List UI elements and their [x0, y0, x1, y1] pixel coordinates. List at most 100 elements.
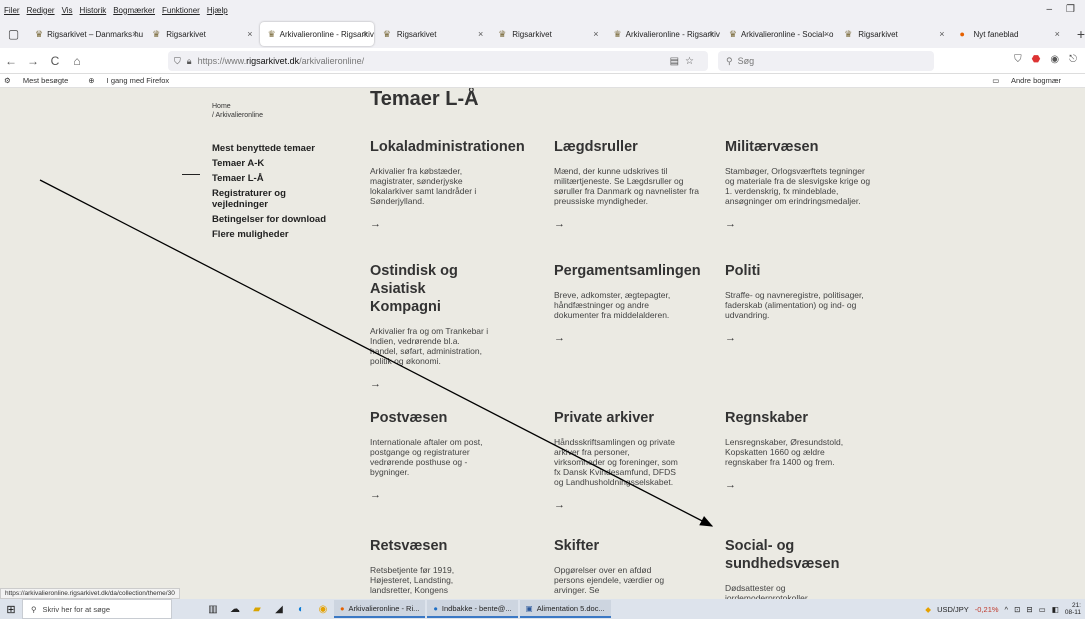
menu-history[interactable]: Historik [80, 6, 107, 15]
arrow-line [39, 179, 714, 527]
tab-active[interactable]: ♛ Arkivalieronline - Rigsarkiv × [259, 22, 374, 46]
shield-icon: ⛉ [174, 55, 181, 66]
crown-icon: ♛ [34, 29, 44, 39]
reader-view-icon[interactable]: ▤ [670, 56, 685, 67]
clock[interactable]: 21: 08-11 [1065, 602, 1081, 616]
taskbar-app[interactable]: ▣ Alimentation 5.doc... [519, 600, 611, 618]
currency-pair[interactable]: USD/JPY [937, 605, 969, 614]
annotation-arrow [39, 179, 714, 527]
app-icon[interactable]: ◢ [268, 604, 290, 615]
tray-icon[interactable]: ⊡ [1014, 605, 1020, 614]
tab-title: Arkivalieronline - Social- o [740, 29, 834, 39]
bookmark-most-visited[interactable]: ⚙ Mest besøgte [4, 76, 78, 85]
bookmarks-toolbar: ⚙ Mest besøgte ⊕ I gang med Firefox ▭ An… [0, 74, 1085, 88]
share-icon[interactable]: ⎋ [1069, 54, 1077, 65]
thunderbird-icon: ● [433, 603, 438, 613]
minimize-button[interactable]: – [1046, 4, 1052, 15]
bookmark-star-icon[interactable]: ☆ [685, 56, 700, 67]
tab[interactable]: ♛ Rigsarkivet × [490, 22, 604, 46]
tab-title: Rigsarkivet [166, 29, 206, 39]
windows-start-icon[interactable]: ⊞ [0, 603, 22, 616]
task-view-icon[interactable]: ▥ [202, 604, 224, 615]
new-tab-button[interactable]: + [1077, 26, 1085, 42]
adblock-icon[interactable]: ⬣ [1032, 54, 1041, 65]
close-icon[interactable]: × [824, 29, 829, 39]
menu-tools[interactable]: Funktioner [162, 6, 200, 15]
close-icon[interactable]: × [1055, 29, 1060, 39]
folder-icon: ▭ [992, 76, 1000, 85]
crown-icon: ♛ [728, 29, 737, 39]
taskbar-app[interactable]: ● Arkivalieronline - Ri... [334, 600, 426, 618]
taskbar-app[interactable]: ● Indbakke - bente@... [427, 600, 518, 618]
tray-icon[interactable]: ⊟ [1026, 605, 1032, 614]
menu-bookmarks[interactable]: Bogmærker [113, 6, 155, 15]
reload-button[interactable]: C [44, 54, 66, 68]
maximize-button[interactable]: ❐ [1066, 4, 1075, 15]
crown-icon: ♛ [382, 29, 391, 39]
search-icon: ⚲ [726, 55, 733, 66]
globe-icon: ⊕ [88, 76, 95, 85]
tab-title: Nyt faneblad [973, 29, 1019, 39]
crown-icon: ♛ [613, 29, 622, 39]
url-bar[interactable]: ⛉ 🔒︎ https://www. rigsarkivet.dk/arkivali… [168, 51, 708, 71]
other-bookmarks[interactable]: ▭ Andre bogmær [992, 76, 1071, 85]
app-icon[interactable]: ☁ [224, 604, 246, 615]
taskbar-search-placeholder: Skriv her for at søge [42, 604, 111, 614]
firefox-icon: ● [340, 603, 345, 613]
tab[interactable]: ♛ Arkivalieronline - Rigsarkiv × [606, 22, 720, 46]
taskbar: ⊞ ⚲ Skriv her for at søge ▥ ☁ ▰ ◢ ◐ ◉ ● A… [0, 599, 1085, 619]
tab[interactable]: ● Nyt faneblad × [952, 22, 1066, 46]
file-explorer-icon[interactable]: ▰ [246, 604, 268, 615]
tab-title: Rigsarkivet [396, 29, 437, 39]
tab[interactable]: ♛ Rigsarkivet – Danmarks hu × [27, 22, 143, 46]
search-placeholder: Søg [737, 56, 755, 66]
taskbar-search[interactable]: ⚲ Skriv her for at søge [22, 599, 172, 619]
back-button[interactable]: ← [0, 54, 22, 68]
tab-list-icon[interactable]: ▢ [0, 27, 27, 41]
home-button[interactable]: ⌂ [66, 54, 88, 68]
crown-icon: ♛ [844, 29, 853, 39]
menu-file[interactable]: Filer [4, 6, 20, 15]
tab-bar: ▢ ♛ Rigsarkivet – Danmarks hu × ♛ Rigsarkiv… [0, 20, 1085, 48]
menu-edit[interactable]: Rediger [27, 6, 55, 15]
menu-bar: Filer Rediger Vis Historik Bogmærker Fun… [0, 0, 1085, 20]
url-actions: ▤☆ [670, 56, 700, 67]
close-icon[interactable]: × [939, 29, 944, 39]
close-icon[interactable]: × [363, 29, 368, 39]
chevron-up-icon[interactable]: ^ [1005, 605, 1009, 614]
volume-icon[interactable]: ◧ [1052, 605, 1059, 614]
chrome-icon[interactable]: ◉ [312, 604, 334, 615]
bookmark-getting-started[interactable]: ⊕ I gang med Firefox [88, 76, 179, 85]
search-field[interactable]: ⚲ Søg [718, 51, 934, 71]
toolbar-icons: ⛉ ⬣ ◉ ⎋ [1014, 54, 1077, 65]
crown-icon: ♛ [152, 29, 161, 39]
close-icon[interactable]: × [247, 29, 252, 39]
url-path: /arkivalieronline/ [299, 56, 365, 66]
close-icon[interactable]: × [132, 29, 137, 39]
tab[interactable]: ♛ Rigsarkivet × [836, 22, 950, 46]
forward-button[interactable]: → [22, 54, 44, 68]
taskbar-app-label: Arkivalieronline - Ri... [348, 603, 420, 613]
tab[interactable]: ♛ Rigsarkivet × [144, 22, 258, 46]
menu-view[interactable]: Vis [62, 6, 73, 15]
edge-icon[interactable]: ◐ [290, 604, 312, 615]
crown-icon: ♛ [498, 29, 507, 39]
close-icon[interactable]: × [593, 29, 598, 39]
navigation-bar: ← → C ⌂ ⛉ 🔒︎ https://www. rigsarkivet.dk /… [0, 48, 1085, 74]
tab-title: Rigsarkivet [512, 29, 552, 39]
currency-icon: ◆ [925, 604, 932, 614]
pocket-icon[interactable]: ⛉ [1014, 54, 1022, 65]
account-icon[interactable]: ◉ [1050, 54, 1059, 65]
bookmark-label: I gang med Firefox [106, 76, 170, 85]
gear-icon: ⚙ [4, 76, 11, 85]
status-url: https://arkivalieronline.rigsarkivet.dk/… [0, 588, 180, 599]
crown-icon: ♛ [267, 29, 276, 39]
close-icon[interactable]: × [478, 29, 483, 39]
tab-title: Rigsarkivet – Danmarks hu [47, 29, 144, 39]
menu-help[interactable]: Hjælp [207, 6, 228, 15]
tab[interactable]: ♛ Rigsarkivet × [375, 22, 489, 46]
tab[interactable]: ♛ Arkivalieronline - Social- o × [721, 22, 835, 46]
network-icon[interactable]: ▭ [1039, 605, 1046, 614]
lock-icon: 🔒︎ [186, 55, 192, 66]
close-icon[interactable]: × [709, 29, 714, 39]
